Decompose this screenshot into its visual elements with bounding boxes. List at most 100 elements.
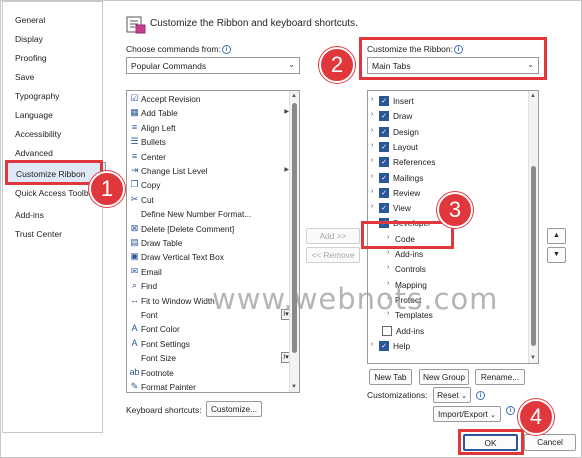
footnote-icon: ab: [129, 366, 140, 377]
remove-button[interactable]: << Remove: [306, 247, 360, 263]
command-label: Format Painter: [141, 382, 196, 392]
cut-icon: ✂: [130, 193, 139, 204]
checkbox-icon[interactable]: ✓: [379, 111, 389, 122]
command-label: Find: [141, 281, 158, 292]
commands-list[interactable]: ☑ Accept Revision ▦ Add Table ▶ ≡ Align Left ☰ B…: [126, 90, 300, 393]
scroll-up-icon[interactable]: ▲: [291, 93, 297, 99]
customize-shortcuts-button[interactable]: Customize...: [206, 401, 262, 417]
command-item[interactable]: ⇥ Change List Level ▶: [127, 164, 289, 179]
chevron-right-icon[interactable]: ›: [387, 264, 389, 271]
checkbox-icon[interactable]: ✓: [379, 172, 389, 183]
checkbox-icon[interactable]: ✓: [379, 141, 389, 152]
checkbox-icon[interactable]: ✓: [379, 96, 389, 106]
command-label: Font Settings: [141, 338, 190, 349]
nav-item-accessibility[interactable]: Accessibility: [15, 129, 61, 139]
checkbox-icon[interactable]: ✓: [379, 340, 389, 351]
command-label: Draw Table: [141, 238, 183, 248]
move-up-button[interactable]: ▲: [547, 228, 566, 244]
checkbox-icon[interactable]: ✓: [379, 157, 389, 168]
choose-commands-label: Choose commands from: i: [126, 44, 231, 54]
chevron-right-icon[interactable]: ›: [371, 188, 373, 195]
commands-scrollbar[interactable]: ▲ ▼: [289, 91, 299, 392]
rename-button[interactable]: Rename...: [475, 369, 525, 385]
command-item[interactable]: ▦ Add Table ▶: [127, 106, 289, 121]
command-item[interactable]: ❐ Copy: [127, 178, 287, 193]
command-item[interactable]: ✉ Email: [127, 265, 287, 280]
command-item[interactable]: ⊠ Delete [Delete Comment]: [127, 222, 287, 237]
nav-item-advanced[interactable]: Advanced: [15, 148, 53, 158]
tab-label: Design: [393, 126, 419, 137]
tab-label: Review: [393, 187, 421, 198]
scroll-down-icon[interactable]: ▼: [291, 384, 297, 390]
chevron-right-icon[interactable]: ›: [371, 127, 373, 134]
command-item[interactable]: A Font Color: [127, 322, 287, 337]
chevron-right-icon[interactable]: ›: [371, 341, 373, 348]
reset-button[interactable]: Reset ⌄: [433, 387, 471, 403]
checkbox-icon[interactable]: ✓: [379, 203, 389, 214]
chevron-right-icon[interactable]: ›: [371, 142, 373, 149]
command-item[interactable]: Font Size I▾: [127, 351, 291, 366]
tab-label: Add-ins: [396, 325, 425, 336]
chevron-right-icon[interactable]: ›: [387, 249, 389, 256]
copy-icon: ❐: [130, 179, 139, 190]
checkbox-icon[interactable]: ✓: [382, 325, 392, 336]
command-label: Center: [141, 151, 166, 162]
command-item[interactable]: ≡ Center: [127, 150, 287, 165]
cancel-button[interactable]: Cancel: [524, 434, 576, 451]
font-color-icon: A: [131, 323, 138, 334]
checkbox-icon[interactable]: ✓: [379, 126, 389, 137]
command-item[interactable]: ≡ Align Left: [127, 121, 287, 136]
nav-item-add-ins[interactable]: Add-ins: [15, 210, 44, 220]
scroll-thumb[interactable]: [531, 166, 536, 346]
options-nav: General Display Proofing Save Typography…: [2, 1, 106, 433]
command-item[interactable]: ☰ Bullets: [127, 135, 287, 150]
choose-commands-dropdown[interactable]: Popular Commands ⌄: [126, 57, 300, 74]
checkbox-icon[interactable]: ✓: [379, 187, 389, 198]
command-item[interactable]: ▣ Draw Vertical Text Box: [127, 250, 287, 265]
chevron-right-icon[interactable]: ›: [371, 157, 373, 164]
nav-item-language[interactable]: Language: [15, 110, 53, 120]
command-item[interactable]: A Font Settings: [127, 337, 287, 352]
chevron-right-icon[interactable]: ›: [371, 203, 373, 210]
tab-label: Insert: [393, 96, 414, 106]
nav-item-typography[interactable]: Typography: [15, 91, 59, 101]
import-export-button[interactable]: Import/Export ⌄: [433, 406, 501, 422]
add-button[interactable]: Add >>: [306, 228, 360, 244]
scroll-down-icon[interactable]: ▼: [530, 355, 536, 361]
nav-item-trust-center[interactable]: Trust Center: [15, 229, 62, 239]
highlight-ok: [458, 429, 524, 455]
callout-4: 4: [518, 399, 554, 435]
command-label: Define New Number Format...: [141, 209, 252, 220]
tab-label: Help: [393, 340, 411, 351]
command-label: Copy: [141, 180, 161, 191]
tabs-scrollbar[interactable]: ▲ ▼: [528, 91, 538, 363]
info-icon: i: [476, 391, 485, 400]
command-label: Accept Revision: [141, 94, 201, 104]
chevron-down-icon: ⌄: [490, 412, 496, 419]
command-item[interactable]: ✂ Cut: [127, 193, 287, 208]
nav-item-proofing[interactable]: Proofing: [15, 53, 47, 63]
command-label: Cut: [141, 194, 154, 205]
command-item[interactable]: ☑ Accept Revision: [127, 92, 287, 107]
scroll-up-icon[interactable]: ▲: [530, 93, 536, 99]
nav-item-display[interactable]: Display: [15, 34, 43, 44]
new-group-button[interactable]: New Group: [419, 369, 469, 385]
command-item[interactable]: ▤ Draw Table: [127, 236, 287, 251]
new-tab-button[interactable]: New Tab: [369, 369, 412, 385]
format-painter-icon: ✎: [130, 381, 139, 391]
move-down-button[interactable]: ▼: [547, 247, 566, 263]
nav-item-save[interactable]: Save: [15, 72, 34, 82]
command-item[interactable]: ✎ Format Painter: [127, 380, 287, 392]
customizations-label: Customizations:: [367, 390, 428, 400]
chevron-right-icon[interactable]: ›: [371, 173, 373, 180]
chevron-right-icon[interactable]: ›: [371, 111, 373, 118]
command-item[interactable]: ab Footnote: [127, 366, 287, 381]
align-left-icon: ≡: [131, 121, 138, 132]
command-item[interactable]: Define New Number Format...: [127, 207, 287, 222]
tab-label: Controls: [395, 264, 426, 275]
info-icon: i: [506, 406, 515, 415]
command-label: Add Table: [141, 108, 178, 119]
chevron-right-icon[interactable]: ›: [371, 96, 373, 103]
nav-item-general[interactable]: General: [15, 15, 45, 25]
command-label: Font Color: [141, 324, 180, 335]
